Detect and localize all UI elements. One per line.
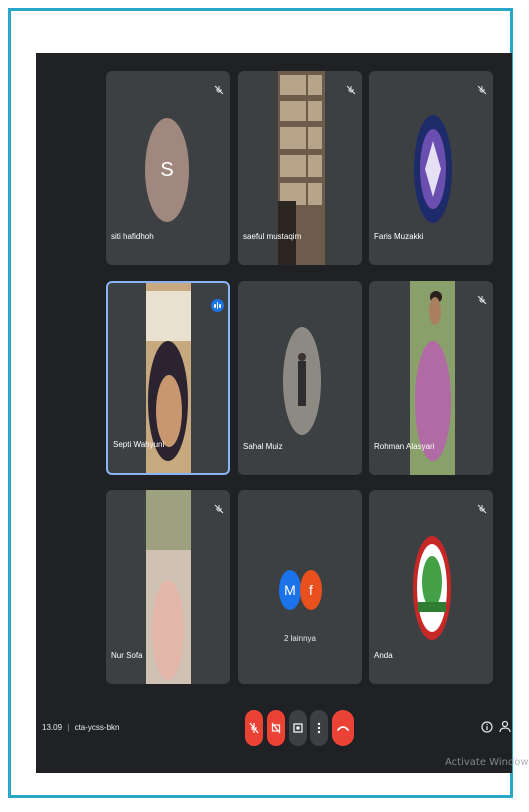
camera-off-icon <box>271 722 281 734</box>
participant-name: Septi Wahyuni <box>113 440 165 449</box>
avatar: S <box>145 118 189 222</box>
meet-window: S siti hafidhoh saeful mustaqim Faris Mu… <box>36 53 512 773</box>
mic-off-icon <box>214 85 224 95</box>
participant-name: Sahal Muiz <box>243 442 283 451</box>
people-icon <box>499 720 511 733</box>
participant-name: Anda <box>374 651 393 660</box>
info-icon <box>481 721 493 733</box>
hang-up-button[interactable] <box>332 710 354 746</box>
hang-up-icon <box>337 726 349 731</box>
meeting-code: cta-ycss-bkn <box>74 723 120 732</box>
mic-off-icon <box>477 295 487 305</box>
participant-tile-others[interactable]: M f 2 lainnya <box>238 490 362 684</box>
participant-name: siti hafidhoh <box>111 232 154 241</box>
participant-tile-faris[interactable]: Faris Muzakki <box>369 71 493 265</box>
mic-toggle-button[interactable] <box>245 710 263 746</box>
participant-tile-saeful[interactable]: saeful mustaqim <box>238 71 362 265</box>
more-participants-label: 2 lainnya <box>283 634 317 643</box>
participant-name: Nur Sofa <box>111 651 143 660</box>
more-options-button[interactable] <box>310 710 328 746</box>
mic-off-icon <box>249 722 259 734</box>
meeting-info: 13.09 | cta-ycss-bkn <box>42 723 120 732</box>
control-bar: 13.09 | cta-ycss-bkn <box>36 693 512 773</box>
speaking-indicator-icon <box>211 299 224 312</box>
avatar: f <box>300 570 322 610</box>
present-icon <box>293 723 303 733</box>
participant-name: Faris Muzakki <box>374 232 424 241</box>
windows-activation-watermark: Activate Windows <box>445 757 529 768</box>
participant-tile-septi[interactable]: Septi Wahyuni <box>106 281 230 475</box>
participant-name: Rohman Alasyari <box>374 442 435 451</box>
avatar: M <box>279 570 301 610</box>
participant-tile-rohman[interactable]: Rohman Alasyari <box>369 281 493 475</box>
camera-toggle-button[interactable] <box>267 710 285 746</box>
mic-off-icon <box>477 504 487 514</box>
participant-tile-sahal[interactable]: Sahal Muiz <box>238 281 362 475</box>
present-button[interactable] <box>289 710 307 746</box>
participant-name: saeful mustaqim <box>243 232 302 241</box>
participant-tile-siti[interactable]: S siti hafidhoh <box>106 71 230 265</box>
participant-tile-anda[interactable]: Anda <box>369 490 493 684</box>
meeting-details-button[interactable] <box>480 717 494 737</box>
participants-button[interactable] <box>498 717 512 737</box>
mic-off-icon <box>214 504 224 514</box>
meeting-time: 13.09 <box>42 723 63 732</box>
more-options-icon <box>317 722 321 734</box>
participant-tile-nur[interactable]: Nur Sofa <box>106 490 230 684</box>
mic-off-icon <box>477 85 487 95</box>
mic-off-icon <box>346 85 356 95</box>
